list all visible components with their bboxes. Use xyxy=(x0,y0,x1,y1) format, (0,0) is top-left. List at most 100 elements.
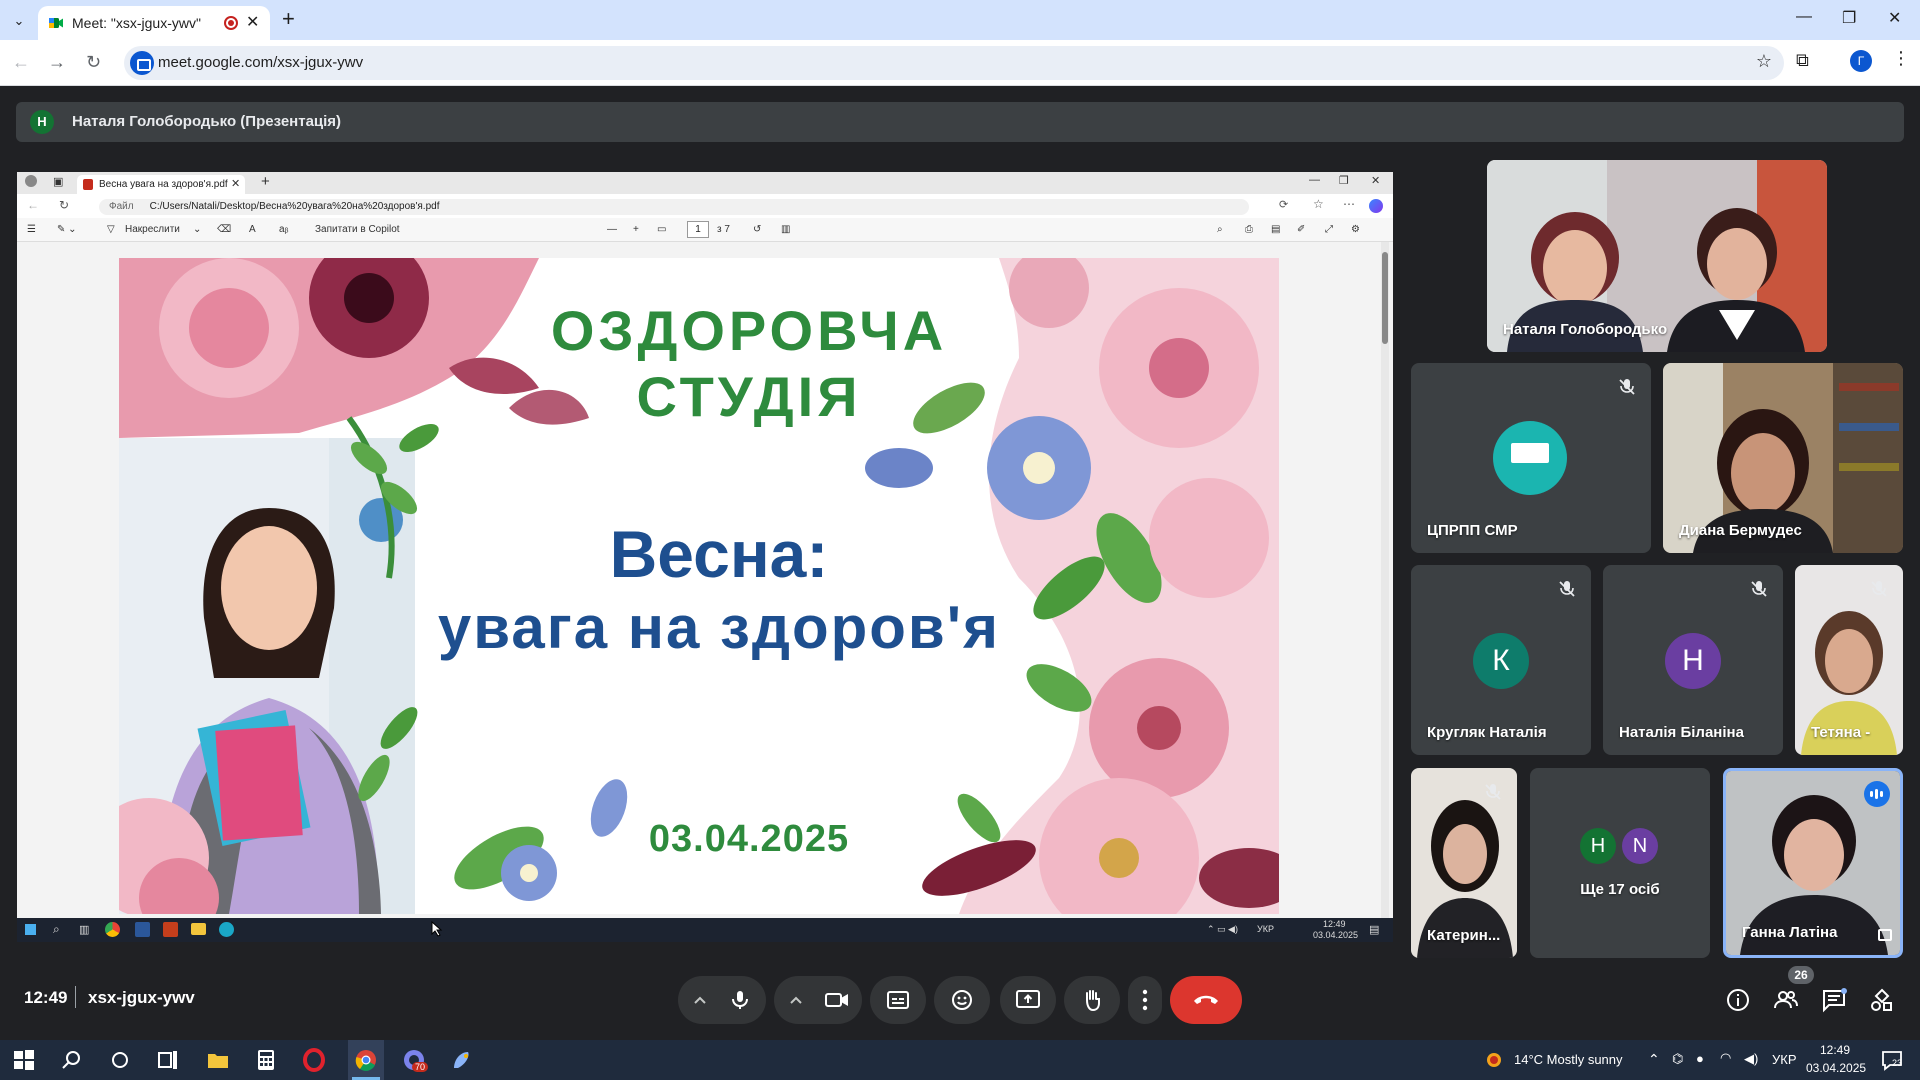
tray-language[interactable]: УКР xyxy=(1772,1052,1797,1067)
pdf-save-icon: ▤ xyxy=(1271,224,1281,235)
opera-icon[interactable] xyxy=(302,1048,326,1072)
activities-icon[interactable] xyxy=(1868,986,1896,1014)
taskbar-search-icon[interactable] xyxy=(60,1048,84,1072)
tray-volume-icon[interactable]: ◀) xyxy=(1744,1051,1758,1067)
participant-name: Наталя Голобородько xyxy=(1503,321,1668,338)
browser-tab-meet[interactable]: Meet: "xsx-jgux-ywv" ✕ xyxy=(38,6,270,40)
recording-icon xyxy=(224,16,238,30)
present-screen-button[interactable] xyxy=(1000,976,1056,1024)
pin-tile-icon[interactable] xyxy=(1878,929,1892,941)
shared-powerpoint-icon xyxy=(163,922,178,937)
participant-tile-tetiana[interactable]: Тетяна - xyxy=(1795,565,1903,755)
shared-minimize-icon: — xyxy=(1309,174,1320,186)
participant-name: Кругляк Наталія xyxy=(1427,724,1547,741)
slide-date: 03.04.2025 xyxy=(648,818,850,860)
browser-menu-icon[interactable]: ⋮ xyxy=(1892,48,1910,69)
tray-date[interactable]: 03.04.2025 xyxy=(1806,1061,1866,1075)
pdf-file-icon xyxy=(83,179,93,190)
shared-start-icon xyxy=(25,924,36,935)
pdf-scroll-thumb xyxy=(1382,252,1388,344)
more-options-button[interactable] xyxy=(1128,976,1162,1024)
new-tab-plus-icon[interactable]: + xyxy=(282,6,295,32)
tray-chevron-icon[interactable]: ⌃ xyxy=(1648,1051,1660,1068)
tray-network-icon[interactable]: ⌬ xyxy=(1672,1051,1683,1067)
participant-tile-nataliia-holoborodko[interactable]: Наталя Голобородько xyxy=(1487,160,1827,352)
site-info-icon[interactable] xyxy=(130,51,154,75)
windows-start-icon[interactable] xyxy=(12,1048,36,1072)
shared-explorer-icon xyxy=(191,923,206,935)
shared-tab-title: Весна увага на здоров'я.pdf xyxy=(99,179,228,190)
tab-close-icon[interactable]: ✕ xyxy=(246,12,259,32)
raise-hand-button[interactable] xyxy=(1064,976,1120,1024)
pdf-contents-icon: ☰ xyxy=(27,224,36,235)
slide-subtitle-line1: Весна: xyxy=(609,517,829,591)
pdf-fit-icon: ▭ xyxy=(657,224,667,235)
participant-tile-tsprpp-smr[interactable]: ЦПРПП СМР xyxy=(1411,363,1651,553)
extensions-puzzle-icon[interactable]: ⧉ xyxy=(1796,50,1809,71)
camera-icon[interactable] xyxy=(824,988,850,1012)
presenter-label: Наталя Голобородько (Презентація) xyxy=(72,113,342,130)
more-participants-tile[interactable]: Н N Ще 17 осіб xyxy=(1530,768,1710,958)
tray-mic-icon[interactable]: ● xyxy=(1696,1051,1704,1066)
shared-notification-icon: ▤ xyxy=(1369,924,1380,936)
reload-icon[interactable]: ↻ xyxy=(86,52,101,73)
participant-tile-kruhliak-nataliia[interactable]: К Кругляк Наталія xyxy=(1411,565,1591,755)
participant-tile-nataliia-bilanina[interactable]: Н Наталія Біланіна xyxy=(1603,565,1783,755)
restore-icon[interactable]: ❐ xyxy=(1842,8,1856,28)
chrome-icon[interactable] xyxy=(354,1048,378,1072)
weather-text[interactable]: 14°C Mostly sunny xyxy=(1514,1052,1623,1067)
calculator-icon[interactable] xyxy=(254,1048,278,1072)
people-icon[interactable] xyxy=(1772,986,1800,1014)
address-bar[interactable]: meet.google.com/xsx-jgux-ywv ☆ xyxy=(124,46,1784,80)
task-view-icon[interactable] xyxy=(156,1048,180,1072)
participant-avatar: Н xyxy=(1580,828,1616,864)
participant-tile-kateryna[interactable]: Катерин... xyxy=(1411,768,1517,958)
cortana-icon[interactable] xyxy=(108,1048,132,1072)
tray-wifi-icon[interactable]: ◠ xyxy=(1720,1050,1731,1066)
shared-profile-icon xyxy=(25,175,37,187)
pdf-page-view-icon: ▥ xyxy=(781,224,791,235)
reactions-button[interactable] xyxy=(934,976,990,1024)
shared-search-icon: ⌕ xyxy=(53,922,60,936)
pdf-scrollbar xyxy=(1381,242,1389,928)
shared-pdf-tab: Весна увага на здоров'я.pdf ✕ xyxy=(77,175,245,194)
tray-time[interactable]: 12:49 xyxy=(1820,1043,1850,1057)
shared-taskbar: ⌕ ▥ ⌃ ▭ ◀) УКР 12:49 03.04.2025 ▤ xyxy=(17,918,1393,942)
back-arrow-icon[interactable]: ← xyxy=(12,52,30,73)
participant-name: Катерин... xyxy=(1427,927,1501,944)
participant-avatar: К xyxy=(1473,633,1529,689)
video-options-chevron-icon[interactable] xyxy=(788,992,804,1008)
shared-back-icon: ← xyxy=(27,198,39,212)
participant-tile-hanna-latina[interactable]: Ганна Латіна xyxy=(1723,768,1903,958)
windows-taskbar: 70 14°C Mostly sunny ⌃ ⌬ ● ◠ ◀) УКР 12:4… xyxy=(0,1040,1920,1080)
profile-avatar[interactable]: Г xyxy=(1850,50,1872,72)
notification-count: 23 xyxy=(1892,1058,1903,1068)
mic-off-icon xyxy=(1619,379,1635,395)
tab-list-chevron-icon[interactable]: ⌄ xyxy=(8,10,30,32)
bookmark-star-icon[interactable]: ☆ xyxy=(1756,51,1772,72)
pdf-search-icon: ⌕ xyxy=(1217,224,1223,235)
pdf-page-number: 1 xyxy=(687,221,709,238)
meeting-time: 12:49 xyxy=(24,988,68,1007)
shared-more-icon: ⋯ xyxy=(1343,197,1355,211)
pdf-rotate-icon: ↺ xyxy=(753,224,762,235)
file-explorer-icon[interactable] xyxy=(206,1048,230,1072)
paint-icon[interactable] xyxy=(450,1048,474,1072)
shared-address-bar: ← ↻ Файл C:/Users/Natali/Desktop/Весна%20… xyxy=(17,194,1393,218)
leave-call-button[interactable] xyxy=(1170,976,1242,1024)
participant-count-badge: 26 xyxy=(1788,966,1814,984)
participant-avatar: Н xyxy=(1665,633,1721,689)
browser-toolbar: ← → ↻ meet.google.com/xsx-jgux-ywv ☆ ⧉ Г… xyxy=(0,40,1920,86)
participant-tile-diana-bermudes[interactable]: Диана Бермудес xyxy=(1663,363,1903,553)
window-close-icon[interactable]: ✕ xyxy=(1888,8,1901,28)
tab-title: Meet: "xsx-jgux-ywv" xyxy=(72,15,201,31)
participant-name: Ганна Латіна xyxy=(1742,924,1838,941)
audio-options-chevron-icon[interactable] xyxy=(692,992,708,1008)
more-vert-icon xyxy=(1142,989,1148,1011)
meeting-info-icon[interactable] xyxy=(1724,986,1752,1014)
chat-icon[interactable] xyxy=(1820,986,1848,1014)
captions-button[interactable] xyxy=(870,976,926,1024)
forward-arrow-icon[interactable]: → xyxy=(48,52,66,73)
microphone-icon[interactable] xyxy=(728,988,752,1012)
minimize-icon[interactable]: — xyxy=(1796,8,1812,26)
